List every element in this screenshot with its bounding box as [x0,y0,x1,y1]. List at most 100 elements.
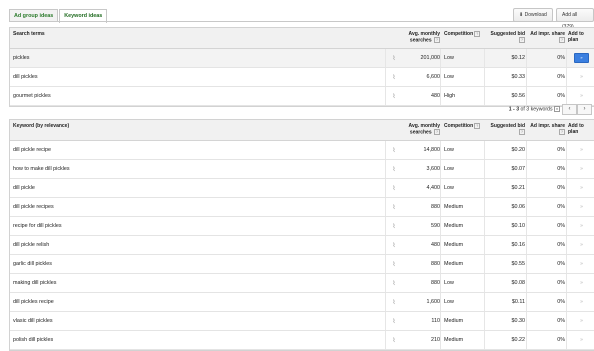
add-to-plan-icon: » [580,74,583,80]
avg-monthly-searches-cell: 14,800 [423,147,441,153]
ad-impr-share-cell: 0% [557,74,565,80]
add-to-plan-button[interactable]: » [568,293,594,311]
avg-monthly-searches-cell: 480 [431,242,440,248]
keyword-cell: how to make dill pickles [13,166,70,172]
competition-cell: Medium [444,242,464,248]
header-ad-impr-share[interactable]: Ad impr. share? [527,28,565,48]
help-icon: ? [434,129,440,135]
add-to-plan-button[interactable]: » [568,274,594,292]
rows-per-page-dropdown[interactable]: ▾ [554,106,560,112]
ad-impr-share-cell: 0% [557,166,565,172]
ad-impr-share-cell: 0% [557,185,565,191]
chart-icon[interactable]: ⌇ [388,274,400,292]
keyword-cell: dill pickle relish [13,242,50,248]
competition-cell: Medium [444,223,464,229]
chart-icon[interactable]: ⌇ [388,49,400,67]
avg-monthly-searches-cell: 110 [431,318,440,324]
avg-monthly-searches-cell: 880 [431,280,440,286]
ad-impr-share-cell: 0% [557,55,565,61]
chart-icon[interactable]: ⌇ [388,255,400,273]
competition-cell: Low [444,280,454,286]
competition-cell: Medium [444,204,464,210]
add-to-plan-button[interactable]: » [568,236,594,254]
keyword-cell: vlasic dill pickles [13,318,53,324]
add-to-plan-button[interactable]: » [568,179,594,197]
table-row: pickles ⌇ 201,000 Low $0.12 0% » [10,49,594,68]
avg-monthly-searches-cell: 201,000 [420,55,441,61]
ad-impr-share-cell: 0% [557,261,565,267]
table-row: making dill pickles ⌇ 880 Low $0.08 0% » [10,274,594,293]
add-to-plan-button[interactable]: » [568,49,594,67]
add-to-plan-icon: » [580,242,583,248]
help-icon: ? [559,129,565,135]
add-to-plan-button[interactable]: » [568,331,594,349]
avg-monthly-searches-cell: 3,600 [426,166,441,172]
header-competition[interactable]: Competition? [442,120,484,140]
table-header: Keyword (by relevance) Avg. monthly searc… [10,120,594,141]
avg-monthly-searches-cell: 6,600 [426,74,441,80]
pagination-label: 1 - 3 of 3 keywords ▾ [509,106,560,112]
add-to-plan-button[interactable]: » [568,255,594,273]
download-button[interactable]: ⬇ Download [513,8,553,22]
suggested-bid-cell: $0.30 [511,318,526,324]
competition-cell: Medium [444,318,464,324]
suggested-bid-cell: $0.33 [511,74,526,80]
keyword-cell: dill pickles recipe [13,299,54,305]
table-header: Search terms Avg. monthly searches ? Comp… [10,28,594,49]
table-row: dill pickle ⌇ 4,400 Low $0.21 0% » [10,179,594,198]
help-icon: ? [519,129,525,135]
header-ad-impr-share[interactable]: Ad impr. share? [527,120,565,140]
header-suggested-bid[interactable]: Suggested bid? [486,120,525,140]
suggested-bid-cell: $0.12 [511,55,526,61]
header-avg-monthly-searches[interactable]: Avg. monthly searches ? [402,28,440,48]
keyword-cell: dill pickles [13,74,38,80]
keyword-cell: recipe for dill pickles [13,223,62,229]
header-suggested-bid[interactable]: Suggested bid? [486,28,525,48]
keyword-cell: garlic dill pickles [13,261,52,267]
keyword-cell: polish dill pickles [13,337,54,343]
table-row: dill pickles ⌇ 6,600 Low $0.33 0% » [10,68,594,87]
table-row: garlic dill pickles ⌇ 880 Medium $0.55 0% » [10,255,594,274]
add-to-plan-button[interactable]: » [568,68,594,86]
chart-icon[interactable]: ⌇ [388,179,400,197]
chart-icon[interactable]: ⌇ [388,198,400,216]
chart-icon[interactable]: ⌇ [388,331,400,349]
chart-icon[interactable]: ⌇ [388,68,400,86]
table-row: dill pickles recipe ⌇ 1,600 Low $0.11 0% » [10,293,594,312]
suggested-bid-cell: $0.20 [511,147,526,153]
chart-icon[interactable]: ⌇ [388,160,400,178]
chart-icon[interactable]: ⌇ [388,141,400,159]
add-to-plan-button[interactable]: » [568,160,594,178]
add-to-plan-button[interactable]: » [568,198,594,216]
add-to-plan-icon: » [580,337,583,343]
add-to-plan-button[interactable]: » [568,141,594,159]
suggested-bid-cell: $0.08 [511,280,526,286]
ad-impr-share-cell: 0% [557,204,565,210]
header-add-to-plan: Add to plan [568,123,584,135]
header-avg-monthly-searches[interactable]: Avg. monthly searches ? [402,120,440,140]
header-search-terms[interactable]: Search terms [13,28,383,48]
chart-icon[interactable]: ⌇ [388,312,400,330]
add-all-button[interactable]: Add all (379) [556,8,594,30]
help-icon: ? [474,123,481,129]
table-body: dill pickle recipe ⌇ 14,800 Low $0.20 0%» how … [10,141,594,350]
keyword-cell: dill pickle recipe [13,147,52,153]
table-body: pickles ⌇ 201,000 Low $0.12 0%» dill pickles ⌇ 6… [10,49,594,106]
add-to-plan-button[interactable]: » [568,217,594,235]
suggested-bid-cell: $0.21 [511,185,526,191]
chart-icon[interactable]: ⌇ [388,217,400,235]
header-keyword[interactable]: Keyword (by relevance) [13,120,383,140]
chart-icon[interactable]: ⌇ [388,236,400,254]
header-competition[interactable]: Competition? [442,28,484,48]
competition-cell: Low [444,166,454,172]
help-icon: ? [559,37,565,43]
ad-impr-share-cell: 0% [557,242,565,248]
competition-cell: Medium [444,337,464,343]
add-to-plan-button[interactable]: » [568,312,594,330]
ad-impr-share-cell: 0% [557,147,565,153]
prev-page-button[interactable]: ‹ [562,104,577,115]
chart-icon[interactable]: ⌇ [388,293,400,311]
table-row: how to make dill pickles ⌇ 3,600 Low $0.07 0%… [10,160,594,179]
add-to-plan-icon: » [580,166,583,172]
next-page-button[interactable]: › [577,104,592,115]
